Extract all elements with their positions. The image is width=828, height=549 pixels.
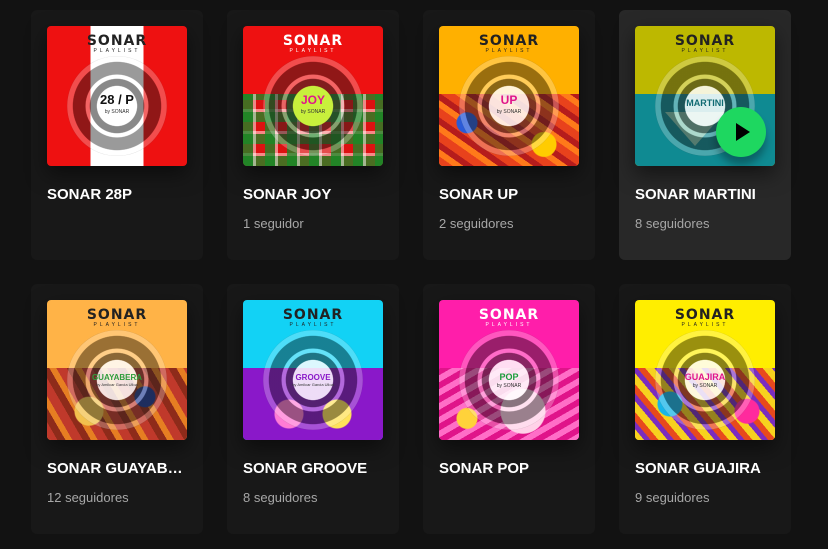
- play-button[interactable]: [716, 107, 766, 157]
- playlist-cover: SONAR PLAYLIST UP by SONAR: [439, 26, 579, 166]
- playlist-card-sonar-guayabera[interactable]: SONAR PLAYLIST GUAYABERA by Amilcar Garc…: [31, 284, 203, 534]
- cover-brand: SONAR: [674, 33, 736, 49]
- disc-label: 28 / P: [100, 92, 134, 107]
- playlist-title[interactable]: SONAR GROOVE: [243, 460, 383, 477]
- playlist-title[interactable]: SONAR MARTINI: [635, 186, 775, 203]
- playlist-cover: SONAR PLAYLIST GUAYABERA by Amilcar Garc…: [47, 300, 187, 440]
- cover-brand: SONAR: [86, 33, 148, 49]
- playlist-title[interactable]: SONAR JOY: [243, 186, 383, 203]
- disc-sublabel: by Amilcar Garcia Ulloa: [292, 382, 334, 387]
- playlist-card-sonar-groove[interactable]: SONAR PLAYLIST GROOVE by Amilcar Garcia …: [227, 284, 399, 534]
- cover-brand-sub: PLAYLIST: [681, 48, 729, 54]
- cover-brand-sub: PLAYLIST: [93, 48, 141, 54]
- playlist-cover: SONAR PLAYLIST GROOVE by Amilcar Garcia …: [243, 300, 383, 440]
- playlist-followers: 8 seguidores: [635, 216, 710, 231]
- cover-brand-sub: PLAYLIST: [289, 48, 337, 54]
- disc-label: JOY: [300, 93, 325, 107]
- disc-sublabel: by SONAR: [496, 109, 522, 115]
- playlist-followers: 9 seguidores: [635, 490, 710, 505]
- cover-brand: SONAR: [478, 33, 540, 49]
- disc-label: UP: [500, 93, 518, 107]
- disc-sublabel: by SONAR: [692, 383, 718, 389]
- vinyl-disc: GUAJIRA by SONAR: [655, 330, 755, 430]
- playlist-card-sonar-martini[interactable]: SONAR PLAYLIST MARTINI SONAR MARTINI 8 s…: [619, 10, 791, 260]
- disc-sublabel: by Amilcar Garcia Ulloa: [96, 382, 138, 387]
- playlist-title[interactable]: SONAR GUAYABERA: [47, 460, 187, 477]
- cover-brand: SONAR: [282, 307, 344, 323]
- playlist-card-sonar-28p[interactable]: SONAR PLAYLIST 28 / P by SONAR SONAR 28P: [31, 10, 203, 260]
- playlist-followers: 12 seguidores: [47, 490, 129, 505]
- disc-sublabel: by SONAR: [104, 109, 130, 115]
- vinyl-disc: GUAYABERA by Amilcar Garcia Ulloa: [67, 330, 167, 430]
- cover-brand-sub: PLAYLIST: [289, 322, 337, 328]
- disc-label: GUAJIRA: [684, 372, 726, 382]
- disc-sublabel: by SONAR: [496, 383, 522, 389]
- playlist-card-sonar-joy[interactable]: SONAR PLAYLIST JOY by SONAR SONAR JOY 1 …: [227, 10, 399, 260]
- cover-brand: SONAR: [674, 307, 736, 323]
- playlist-followers: 1 seguidor: [243, 216, 304, 231]
- cover-brand: SONAR: [86, 307, 148, 323]
- playlist-title[interactable]: SONAR 28P: [47, 186, 187, 203]
- cover-brand-sub: PLAYLIST: [93, 322, 141, 328]
- cover-brand: SONAR: [282, 33, 344, 49]
- playlist-cover: SONAR PLAYLIST 28 / P by SONAR: [47, 26, 187, 166]
- playlist-cover: SONAR PLAYLIST GUAJIRA by SONAR: [635, 300, 775, 440]
- cover-brand-sub: PLAYLIST: [485, 48, 533, 54]
- playlist-card-sonar-pop[interactable]: SONAR PLAYLIST POP by SONAR SONAR POP: [423, 284, 595, 534]
- playlist-title[interactable]: SONAR POP: [439, 460, 579, 477]
- play-icon: [736, 123, 750, 141]
- playlist-followers: 8 seguidores: [243, 490, 318, 505]
- playlist-card-sonar-guajira[interactable]: SONAR PLAYLIST GUAJIRA by SONAR SONAR GU…: [619, 284, 791, 534]
- playlist-followers: 2 seguidores: [439, 216, 514, 231]
- cover-brand: SONAR: [478, 307, 540, 323]
- playlist-cover: SONAR PLAYLIST POP by SONAR: [439, 300, 579, 440]
- playlist-title[interactable]: SONAR UP: [439, 186, 579, 203]
- playlist-title[interactable]: SONAR GUAJIRA: [635, 460, 775, 477]
- vinyl-disc: POP by SONAR: [459, 330, 559, 430]
- disc-sublabel: by SONAR: [300, 109, 326, 115]
- vinyl-disc: JOY by SONAR: [263, 56, 363, 156]
- cover-brand-sub: PLAYLIST: [681, 322, 729, 328]
- vinyl-disc: GROOVE by Amilcar Garcia Ulloa: [263, 330, 363, 430]
- cover-brand-sub: PLAYLIST: [485, 322, 533, 328]
- playlist-card-sonar-up[interactable]: SONAR PLAYLIST UP by SONAR SONAR UP 2 se…: [423, 10, 595, 260]
- vinyl-disc: 28 / P by SONAR: [67, 56, 167, 156]
- vinyl-disc: UP by SONAR: [459, 56, 559, 156]
- disc-label: POP: [499, 372, 519, 382]
- playlist-cover: SONAR PLAYLIST JOY by SONAR: [243, 26, 383, 166]
